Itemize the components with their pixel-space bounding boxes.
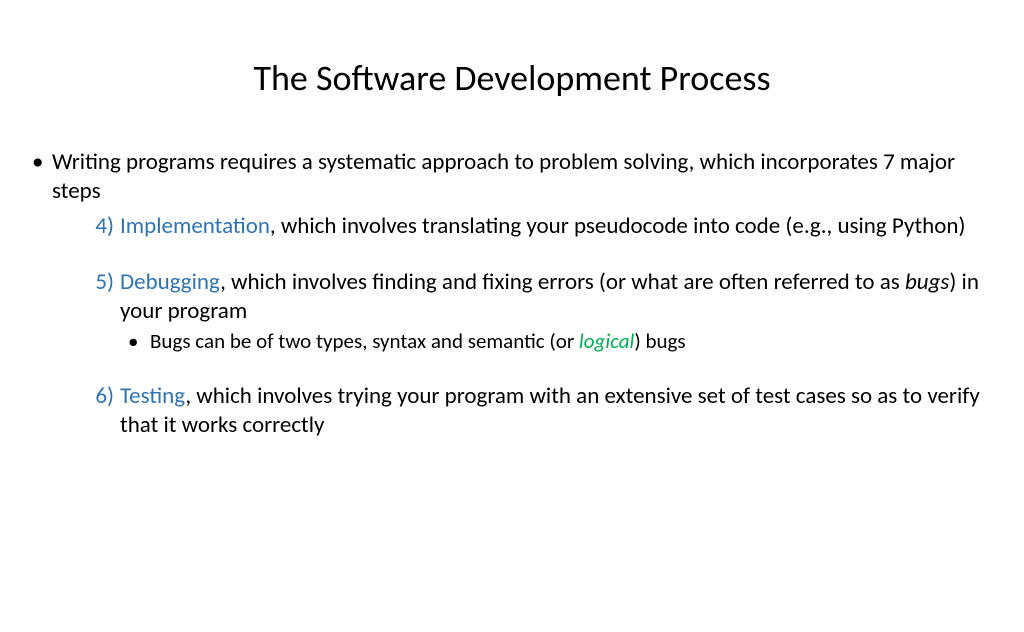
step-5-sub-b: ) bugs: [634, 328, 685, 354]
step-5-sub-a: Bugs can be of two types, syntax and sem…: [150, 328, 579, 354]
intro-bullet: Writing programs requires a systematic a…: [28, 148, 996, 206]
step-6-term: Testing: [120, 382, 185, 410]
step-6: 6) Testing, which involves trying your p…: [28, 382, 996, 440]
step-5-term: Debugging: [120, 268, 220, 296]
slide-content: Writing programs requires a systematic a…: [0, 148, 1024, 440]
slide-title: The Software Development Process: [0, 56, 1024, 100]
step-5: 5) Debugging, which involves finding and…: [28, 268, 996, 326]
step-5-rest-a: , which involves finding and fixing erro…: [220, 268, 905, 296]
spacer: [28, 356, 996, 380]
spacer: [28, 242, 996, 266]
step-5-logical: logical: [579, 328, 634, 354]
step-4-term: Implementation: [120, 212, 270, 240]
step-6-body: Testing, which involves trying your prog…: [120, 382, 996, 440]
step-4-number: 4): [82, 212, 114, 241]
step-4: 4) Implementation, which involves transl…: [28, 212, 996, 241]
step-4-rest: , which involves translating your pseudo…: [270, 212, 966, 240]
step-5-bugs: bugs: [905, 268, 949, 296]
step-4-body: Implementation, which involves translati…: [120, 212, 996, 241]
intro-text: Writing programs requires a systematic a…: [52, 148, 955, 205]
step-6-number: 6): [82, 382, 114, 411]
step-6-rest: , which involves trying your program wit…: [120, 382, 980, 439]
step-5-number: 5): [82, 268, 114, 297]
step-5-sub: Bugs can be of two types, syntax and sem…: [28, 328, 996, 354]
slide: The Software Development Process Writing…: [0, 56, 1024, 632]
step-5-body: Debugging, which involves finding and fi…: [120, 268, 996, 326]
